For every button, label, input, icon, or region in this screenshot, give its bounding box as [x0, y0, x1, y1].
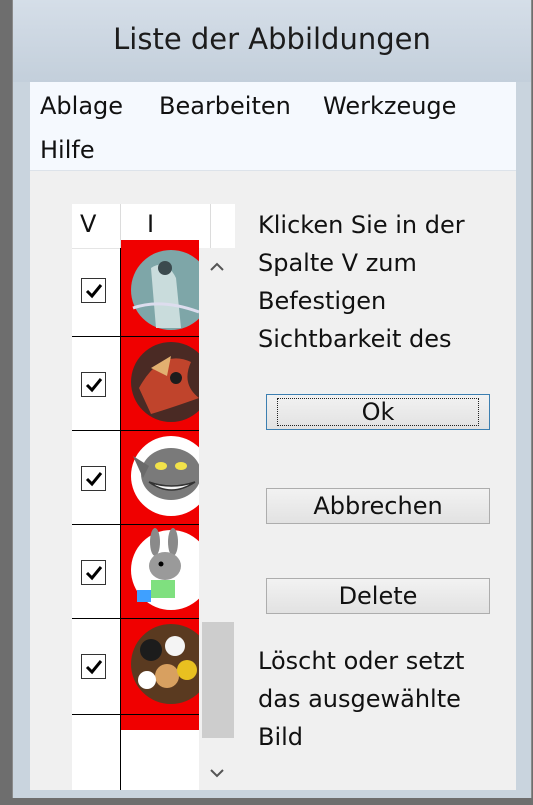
checkmark-icon [85, 659, 102, 674]
menu-ablage[interactable]: Ablage [40, 92, 123, 120]
visibility-checkbox[interactable] [81, 372, 106, 397]
dialog-client-area: Ablage Bearbeiten Werkzeuge Hilfe V I Kl… [30, 82, 516, 790]
checkmark-icon [85, 283, 102, 298]
scroll-down-arrow-icon[interactable] [206, 762, 228, 784]
cancel-button[interactable]: Abbrechen [266, 488, 490, 524]
checkmark-icon [85, 565, 102, 580]
menu-bar: Ablage Bearbeiten Werkzeuge Hilfe [30, 82, 516, 171]
column-header-v[interactable]: V [80, 210, 96, 238]
column-header-i[interactable]: I [147, 210, 154, 238]
row-separator [72, 714, 199, 715]
menu-werkzeuge[interactable]: Werkzeuge [323, 92, 456, 120]
row-separator [72, 618, 199, 619]
vertical-scrollbar[interactable] [199, 248, 235, 790]
cancel-button-label: Abbrechen [313, 492, 443, 520]
delete-button[interactable]: Delete [266, 578, 490, 614]
menu-bearbeiten[interactable]: Bearbeiten [159, 92, 291, 120]
ok-button[interactable]: Ok [266, 394, 490, 430]
checkmark-icon [85, 377, 102, 392]
image-list-grid[interactable]: V I [72, 204, 235, 790]
woman-in-water-thumbnail[interactable] [121, 248, 199, 332]
visibility-checkbox[interactable] [81, 278, 106, 303]
grey-donkey-thumbnail[interactable] [121, 526, 199, 610]
title-bar[interactable]: Liste der Abbildungen [13, 0, 531, 82]
row-separator [72, 336, 199, 337]
dialog-window: Liste der Abbildungen Ablage Bearbeiten … [12, 0, 532, 798]
window-title: Liste der Abbildungen [113, 22, 431, 56]
delete-description-text: Löscht oder setzt das ausgewählte Bild [258, 647, 465, 751]
hint-text: Klicken Sie in der Spalte V zum Befestig… [258, 211, 465, 364]
checkmark-icon [85, 471, 102, 486]
scroll-up-arrow-icon[interactable] [206, 256, 228, 278]
ok-button-label: Ok [276, 398, 480, 426]
menu-hilfe[interactable]: Hilfe [40, 136, 95, 164]
delete-button-label: Delete [338, 582, 418, 610]
cheshire-cat-thumbnail[interactable] [121, 432, 199, 516]
visibility-checkbox[interactable] [81, 466, 106, 491]
dragon-thumbnail[interactable] [121, 338, 199, 422]
cartoon-characters-thumbnail[interactable] [121, 620, 199, 704]
row-separator [72, 430, 199, 431]
visibility-checkbox[interactable] [81, 654, 106, 679]
header-divider [210, 204, 211, 248]
scrollbar-thumb[interactable] [202, 622, 234, 738]
row-separator [72, 524, 199, 525]
visibility-checkbox[interactable] [81, 560, 106, 585]
